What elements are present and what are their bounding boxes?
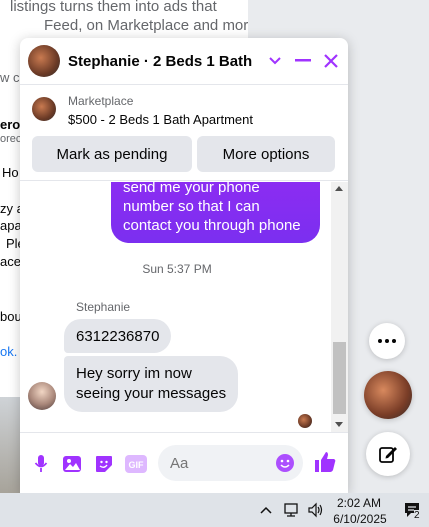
listing-title[interactable]: $500 - 2 Beds 1 Bath Apartment (68, 112, 253, 127)
background-photo (0, 397, 20, 493)
message-line: send me your phone (123, 182, 260, 196)
message-line: number so that I can (123, 198, 260, 215)
scroll-up-arrow-icon[interactable] (335, 186, 343, 191)
microphone-icon[interactable] (30, 453, 52, 475)
message-timestamp: Sun 5:37 PM (142, 262, 212, 276)
emoji-icon[interactable] (275, 453, 295, 473)
background-text: w c (0, 70, 20, 85)
contact-avatar[interactable] (28, 45, 60, 77)
message-list[interactable]: send me your phone number so that I can … (20, 182, 334, 432)
clock-time[interactable]: 2:02 AM (334, 496, 384, 510)
listing-thumbnail[interactable] (32, 97, 56, 121)
background-text: apa (0, 218, 22, 233)
seen-indicator-avatar (298, 414, 312, 428)
their-message-bubble[interactable]: Hey sorry im now seeing your messages (64, 356, 239, 412)
like-thumbs-up-icon[interactable] (313, 450, 339, 476)
more-options-button[interactable]: More options (197, 136, 335, 172)
clock-date[interactable]: 6/10/2025 (332, 512, 388, 526)
background-text: ace (0, 254, 21, 269)
chat-title[interactable]: Stephanie · 2 Beds 1 Bath ... (68, 53, 256, 70)
compose-icon (379, 447, 397, 463)
chat-window: Stephanie · 2 Beds 1 Bath ... Marketplac… (20, 38, 348, 493)
chevron-down-icon[interactable] (262, 48, 288, 74)
minimize-icon[interactable] (290, 48, 316, 74)
message-composer: GIF (20, 432, 348, 493)
background-text: Ho (2, 165, 19, 180)
sender-name: Stephanie (76, 300, 131, 314)
marketplace-label: Marketplace (68, 94, 134, 108)
background-text: listings turns them into ads that (10, 0, 217, 15)
ellipsis-icon (378, 339, 396, 343)
photo-icon[interactable] (61, 453, 83, 475)
close-icon[interactable] (318, 48, 344, 74)
chat-header[interactable]: Stephanie · 2 Beds 1 Bath ... (20, 38, 348, 85)
scrollbar[interactable] (331, 182, 348, 432)
sticker-icon[interactable] (93, 453, 115, 475)
taskbar: 2:02 AM 6/10/2025 2 (0, 493, 429, 527)
their-message-bubble[interactable]: 6312236870 (64, 319, 172, 353)
sender-avatar[interactable] (28, 382, 56, 410)
volume-icon[interactable] (307, 502, 325, 518)
scrollbar-thumb[interactable] (333, 342, 346, 414)
notification-count: 2 (414, 510, 420, 521)
scroll-down-arrow-icon[interactable] (335, 422, 343, 427)
chevron-up-icon[interactable] (260, 502, 272, 518)
marketplace-banner: Marketplace $500 - 2 Beds 1 Bath Apartme… (20, 86, 348, 181)
background-text: orec (0, 133, 22, 145)
mark-as-pending-button[interactable]: Mark as pending (32, 136, 192, 172)
new-message-button[interactable] (366, 432, 410, 476)
chat-head-avatar[interactable] (364, 371, 412, 419)
svg-text:GIF: GIF (129, 460, 145, 470)
my-message-bubble[interactable]: send me your phone number so that I can … (111, 182, 320, 243)
background-link[interactable]: ok. (0, 344, 17, 359)
background-text: bou (0, 309, 22, 324)
network-icon[interactable] (283, 502, 301, 518)
gif-icon[interactable]: GIF (124, 453, 148, 475)
background-text: ero (0, 117, 21, 132)
message-line: contact you through phone (123, 217, 301, 234)
background-text: Feed, on Marketplace and more (44, 17, 248, 34)
more-chats-button[interactable] (369, 323, 405, 359)
